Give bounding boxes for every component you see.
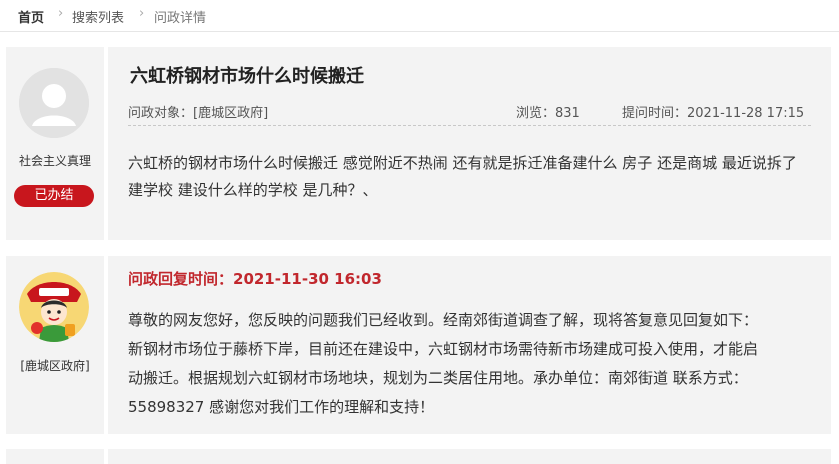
reply-block: [鹿城区政府] 问政回复时间：2021-11-30 16:03 尊敬的网友您好，… — [6, 256, 831, 434]
breadcrumb-chevron-icon: › — [139, 6, 145, 21]
question-target: 问政对象：[鹿城区政府] — [128, 106, 269, 121]
breadcrumb-search-list-link[interactable]: 搜索列表 — [72, 7, 124, 26]
status-badge: 已办结 — [14, 185, 94, 207]
breadcrumb-chevron-icon: › — [58, 6, 64, 21]
next-block-right — [108, 449, 831, 464]
view-count: 浏览：831 — [516, 106, 580, 121]
next-block — [6, 449, 831, 464]
reply-org-name: [鹿城区政府] — [20, 359, 90, 373]
divider — [128, 125, 811, 126]
question-detail-panel: 六虹桥钢材市场什么时候搬迁 问政对象：[鹿城区政府] 浏览：831 提问时间：2… — [108, 47, 831, 240]
breadcrumb: 首页 › 搜索列表 › 问政详情 — [0, 0, 839, 32]
breadcrumb-home-link[interactable]: 首页 — [18, 7, 44, 26]
question-time: 提问时间：2021-11-28 17:15 — [622, 106, 805, 121]
reply-detail-panel: 问政回复时间：2021-11-30 16:03 尊敬的网友您好，您反映的问题我们… — [108, 256, 831, 434]
government-mascot-avatar-icon — [19, 272, 89, 342]
question-content: 六虹桥的钢材市场什么时候搬迁 感觉附近不热闹 还有就是拆迁准备建什么 房子 还是… — [128, 154, 797, 199]
default-user-avatar-icon — [19, 68, 89, 138]
reply-time: 问政回复时间：2021-11-30 16:03 — [128, 270, 382, 288]
breadcrumb-current: 问政详情 — [154, 11, 207, 26]
reply-content: 尊敬的网友您好，您反映的问题我们已经收到。经南郊街道调查了解，现将答复意见回复如… — [128, 311, 759, 416]
question-author-name: 社会主义真理 — [18, 154, 91, 168]
reply-author-panel: [鹿城区政府] — [6, 256, 104, 434]
next-block-left — [6, 449, 104, 464]
question-block: 社会主义真理 已办结 六虹桥钢材市场什么时候搬迁 问政对象：[鹿城区政府] 浏览… — [6, 47, 831, 240]
question-author-panel: 社会主义真理 已办结 — [6, 47, 104, 240]
question-title: 六虹桥钢材市场什么时候搬迁 — [130, 66, 364, 87]
